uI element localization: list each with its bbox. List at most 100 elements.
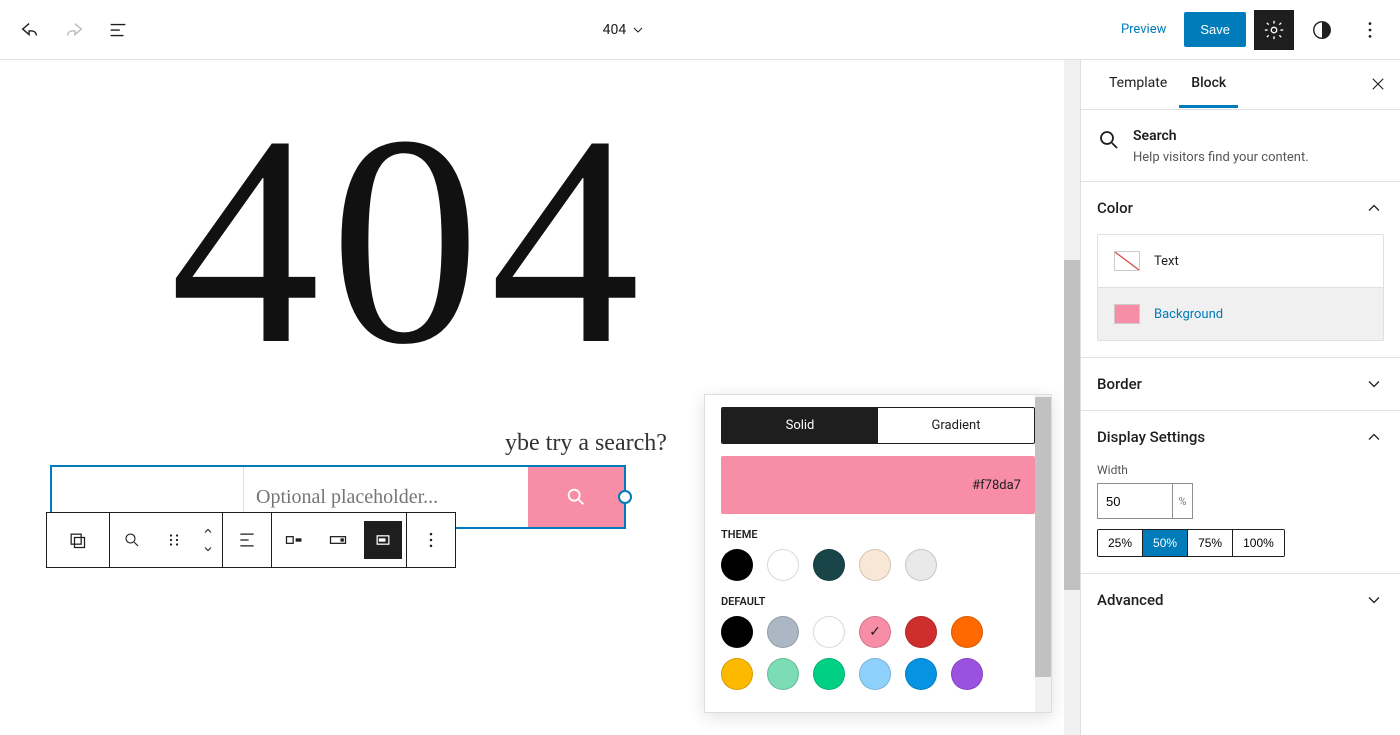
canvas-scrollbar-thumb[interactable] — [1064, 260, 1080, 590]
move-up-button[interactable] — [194, 522, 222, 540]
close-icon — [1369, 75, 1387, 93]
block-description: Help visitors find your content. — [1133, 150, 1309, 165]
panel-color-header[interactable]: Color — [1081, 182, 1400, 234]
align-icon — [237, 530, 257, 550]
list-view-button[interactable] — [98, 10, 138, 50]
gradient-tab[interactable]: Gradient — [878, 408, 1034, 443]
color-swatch[interactable] — [905, 658, 937, 690]
settings-button[interactable] — [1254, 10, 1294, 50]
chevron-down-icon — [630, 22, 646, 38]
search-submit-button[interactable] — [528, 467, 624, 527]
color-swatch[interactable] — [859, 658, 891, 690]
use-icon-button[interactable] — [364, 521, 402, 559]
color-swatch[interactable] — [813, 616, 845, 648]
width-preset-100%[interactable]: 100% — [1233, 530, 1284, 556]
color-swatch[interactable] — [859, 616, 891, 648]
main-area: 404 ybe try a search? — [0, 60, 1400, 735]
color-swatch[interactable] — [951, 658, 983, 690]
color-swatch[interactable] — [767, 549, 799, 581]
editor-canvas: 404 ybe try a search? — [0, 60, 1080, 735]
redo-button[interactable] — [54, 10, 94, 50]
width-preset-50%[interactable]: 50% — [1143, 530, 1188, 556]
hex-value: #f78da7 — [972, 478, 1021, 493]
panel-color-body: Text Background — [1081, 234, 1400, 357]
color-swatch[interactable] — [905, 549, 937, 581]
resize-handle[interactable] — [618, 490, 632, 504]
more-vertical-icon — [1359, 19, 1381, 41]
button-inside-icon — [328, 530, 348, 550]
color-swatch[interactable] — [767, 658, 799, 690]
topbar-right-group: Preview Save — [1111, 10, 1390, 50]
color-swatch[interactable] — [721, 549, 753, 581]
theme-label: THEME — [721, 528, 1035, 541]
button-position-button[interactable] — [316, 516, 360, 564]
bt-group-label — [271, 512, 407, 568]
panel-display-body: Width % 25%50%75%100% — [1081, 463, 1400, 573]
color-swatch[interactable] — [721, 616, 753, 648]
block-toolbar — [46, 512, 456, 568]
text-color-swatch — [1114, 251, 1140, 271]
tab-template[interactable]: Template — [1097, 61, 1179, 108]
tab-block[interactable]: Block — [1179, 61, 1238, 108]
solid-tab[interactable]: Solid — [722, 408, 878, 443]
theme-colors-row — [721, 549, 1035, 581]
width-label: Width — [1097, 463, 1384, 477]
color-swatch[interactable] — [905, 616, 937, 648]
popover-scrollbar-thumb[interactable] — [1035, 397, 1051, 677]
color-swatch[interactable] — [813, 658, 845, 690]
color-text-row[interactable]: Text — [1097, 234, 1384, 288]
drag-icon — [165, 531, 183, 549]
close-sidebar-button[interactable] — [1366, 72, 1390, 96]
select-parent-button[interactable] — [47, 516, 107, 564]
drag-handle[interactable] — [154, 516, 194, 564]
panel-display-header[interactable]: Display Settings — [1081, 411, 1400, 463]
toggle-label-button[interactable] — [272, 516, 316, 564]
move-down-button[interactable] — [194, 540, 222, 558]
chevron-up-icon — [1364, 198, 1384, 218]
bt-group-block — [109, 512, 223, 568]
panel-color-title: Color — [1097, 199, 1133, 217]
current-color-swatch[interactable]: #f78da7 — [721, 456, 1035, 514]
heading-404[interactable]: 404 — [170, 90, 1030, 390]
color-swatch[interactable] — [951, 616, 983, 648]
undo-button[interactable] — [10, 10, 50, 50]
block-type-button[interactable] — [110, 516, 154, 564]
color-swatch[interactable] — [721, 658, 753, 690]
chevron-up-icon — [202, 525, 214, 537]
panel-advanced-header[interactable]: Advanced — [1081, 574, 1400, 626]
color-text-label: Text — [1154, 254, 1179, 269]
sidebar-tabs: Template Block — [1081, 60, 1400, 110]
bt-group-parent — [46, 512, 110, 568]
doc-title: 404 — [603, 22, 627, 38]
panel-border: Border — [1081, 357, 1400, 410]
undo-icon — [19, 19, 41, 41]
color-swatch[interactable] — [859, 549, 891, 581]
doc-title-area[interactable]: 404 — [138, 22, 1111, 38]
stack-icon — [67, 530, 87, 550]
chevron-up-icon — [1364, 427, 1384, 447]
sidebar-body: Search Help visitors find your content. … — [1081, 110, 1400, 735]
width-unit[interactable]: % — [1173, 483, 1193, 519]
redo-icon — [63, 19, 85, 41]
styles-button[interactable] — [1302, 10, 1342, 50]
width-preset-75%[interactable]: 75% — [1188, 530, 1233, 556]
button-only-icon — [373, 530, 393, 550]
bt-group-align — [222, 512, 272, 568]
preview-button[interactable]: Preview — [1111, 22, 1176, 37]
panel-border-header[interactable]: Border — [1081, 358, 1400, 410]
color-swatch[interactable] — [767, 616, 799, 648]
panel-border-title: Border — [1097, 375, 1142, 393]
panel-display-title: Display Settings — [1097, 428, 1205, 446]
color-swatch[interactable] — [813, 549, 845, 581]
width-preset-25%[interactable]: 25% — [1098, 530, 1143, 556]
panel-color: Color Text Background — [1081, 181, 1400, 357]
block-info: Search Help visitors find your content. — [1081, 110, 1400, 181]
width-input[interactable] — [1097, 483, 1173, 519]
block-title: Search — [1133, 128, 1309, 144]
more-vertical-icon — [421, 530, 441, 550]
block-more-button[interactable] — [407, 516, 455, 564]
align-button[interactable] — [223, 516, 271, 564]
color-background-row[interactable]: Background — [1097, 288, 1384, 341]
more-menu-button[interactable] — [1350, 10, 1390, 50]
save-button[interactable]: Save — [1184, 12, 1246, 47]
